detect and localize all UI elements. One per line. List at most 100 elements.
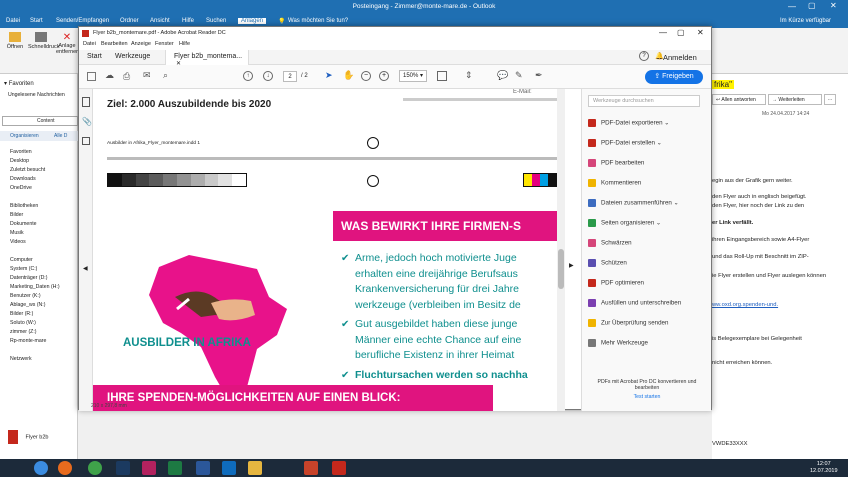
- tab-document[interactable]: Flyer b2b_montema... ✕: [165, 50, 249, 67]
- more-button[interactable]: …: [824, 94, 836, 105]
- tool-comment[interactable]: Kommentieren: [588, 179, 641, 191]
- expand-left-icon[interactable]: ◀: [83, 265, 88, 272]
- tree-item[interactable]: Bilder: [10, 211, 60, 220]
- save-icon[interactable]: [87, 72, 96, 81]
- tell-me-input[interactable]: Was möchten Sie tun?: [288, 18, 348, 24]
- open-button[interactable]: Öffnen: [4, 32, 26, 50]
- tool-fill-sign[interactable]: Ausfüllen und unterschreiben: [588, 299, 681, 311]
- chrome-icon[interactable]: [88, 461, 102, 475]
- select-tool-icon[interactable]: ➤: [325, 70, 333, 81]
- explorer-content-field[interactable]: Content: [2, 116, 78, 126]
- sign-icon[interactable]: ✒: [535, 70, 543, 81]
- tool-protect[interactable]: Schützen: [588, 259, 627, 271]
- tool-export-pdf[interactable]: PDF-Datei exportieren ⌄: [588, 119, 669, 131]
- menu-datei[interactable]: Datei: [83, 41, 96, 47]
- start-icon[interactable]: [34, 461, 48, 475]
- explorer-icon[interactable]: [248, 461, 262, 475]
- tools-search-input[interactable]: Werkzeuge durchsuchen: [588, 95, 700, 107]
- tool-more[interactable]: Mehr Werkzeuge: [588, 339, 648, 351]
- page-number-input[interactable]: 2: [283, 71, 297, 82]
- tab-suchen[interactable]: Suchen: [206, 18, 226, 24]
- zoom-out-icon[interactable]: −: [361, 71, 371, 81]
- tree-item[interactable]: Netzwerk: [10, 355, 60, 364]
- share-button[interactable]: ⇪ Freigeben: [645, 70, 703, 84]
- zoom-select[interactable]: 150% ▾: [399, 70, 427, 82]
- tree-item[interactable]: Downloads: [10, 175, 60, 184]
- menu-hilfe[interactable]: Hilfe: [179, 41, 190, 47]
- minimize-icon[interactable]: —: [788, 2, 796, 11]
- tool-send-review[interactable]: Zur Überprüfung senden: [588, 319, 668, 331]
- tool-create-pdf[interactable]: PDF-Datei erstellen ⌄: [588, 139, 662, 151]
- menu-anzeige[interactable]: Anzeige: [131, 41, 151, 47]
- tree-item[interactable]: OneDrive: [10, 184, 60, 193]
- excel-icon[interactable]: [168, 461, 182, 475]
- tab-senden[interactable]: Senden/Empfangen: [56, 18, 109, 24]
- upload-icon[interactable]: ☁: [105, 70, 114, 81]
- tab-werkzeuge[interactable]: Werkzeuge: [115, 53, 150, 60]
- tool-edit-pdf[interactable]: PDF bearbeiten: [588, 159, 644, 171]
- powerpoint-icon[interactable]: [304, 461, 318, 475]
- highlight-icon[interactable]: ✎: [515, 70, 523, 81]
- tab-ordner[interactable]: Ordner: [120, 18, 139, 24]
- tree-item[interactable]: Rp-monte-mare: [10, 337, 60, 346]
- unread-messages[interactable]: Ungelesene Nachrichten: [8, 92, 65, 98]
- attachments-icon[interactable]: 📎: [82, 117, 92, 126]
- start-trial-link[interactable]: Test starten: [588, 394, 706, 400]
- close-icon[interactable]: ✕: [830, 1, 837, 10]
- next-page-icon[interactable]: ↓: [263, 71, 273, 81]
- print-icon[interactable]: ⎙: [123, 71, 130, 82]
- photoshop-icon[interactable]: [116, 461, 130, 475]
- collapse-pane-icon[interactable]: ▶: [569, 262, 574, 269]
- tree-item[interactable]: Videos: [10, 238, 60, 247]
- body-link[interactable]: ww.oxd.org.spenden-und.: [712, 302, 778, 308]
- tree-item[interactable]: Ablage_ws (N:): [10, 301, 60, 310]
- forward-button[interactable]: → Weiterleiten: [768, 94, 822, 105]
- menu-fenster[interactable]: Fenster: [155, 41, 174, 47]
- help-icon[interactable]: ?: [639, 51, 649, 61]
- tree-item[interactable]: Marketing_Daten (H:): [10, 283, 60, 292]
- tab-hilfe[interactable]: Hilfe: [182, 18, 194, 24]
- attachment-item[interactable]: Flyer b2b: [8, 430, 78, 450]
- firefox-icon[interactable]: [58, 461, 72, 475]
- sign-in-button[interactable]: Anmelden: [663, 53, 697, 62]
- fit-page-icon[interactable]: [437, 71, 447, 81]
- tree-item[interactable]: zimmer (Z:): [10, 328, 60, 337]
- email-icon[interactable]: ✉: [143, 70, 151, 81]
- outlook-taskbar-icon[interactable]: [222, 461, 236, 475]
- tree-item[interactable]: Dokumente: [10, 220, 60, 229]
- acrobat-minimize-icon[interactable]: —: [659, 28, 667, 37]
- tree-item[interactable]: Benutzer (K:): [10, 292, 60, 301]
- indesign-icon[interactable]: [142, 461, 156, 475]
- tool-combine[interactable]: Dateien zusammenführen ⌄: [588, 199, 679, 211]
- tool-optimize[interactable]: PDF optimieren: [588, 279, 644, 291]
- remove-attachment-button[interactable]: ✕ Anlage entfernen: [56, 32, 79, 55]
- word-icon[interactable]: [196, 461, 210, 475]
- tree-item[interactable]: Datenträger (D:): [10, 274, 60, 283]
- menu-bearbeiten[interactable]: Bearbeiten: [101, 41, 128, 47]
- reply-all-button[interactable]: ↩ Allen antworten: [712, 94, 766, 105]
- comment-icon[interactable]: 💬: [497, 70, 508, 81]
- tree-item[interactable]: Computer: [10, 256, 60, 265]
- tool-organize[interactable]: Seiten organisieren ⌄: [588, 219, 661, 231]
- tree-item[interactable]: Desktop: [10, 157, 60, 166]
- all-button[interactable]: Alle D: [54, 133, 67, 139]
- tree-item[interactable]: Bilder (R:): [10, 310, 60, 319]
- tab-ansicht[interactable]: Ansicht: [150, 18, 170, 24]
- prev-page-icon[interactable]: ↑: [243, 71, 253, 81]
- acrobat-taskbar-icon[interactable]: [332, 461, 346, 475]
- tab-anlagen[interactable]: Anlagen: [238, 18, 267, 24]
- find-icon[interactable]: ⌕: [163, 70, 168, 81]
- organize-button[interactable]: Organisieren: [10, 133, 39, 139]
- tree-item[interactable]: Musik: [10, 229, 60, 238]
- tree-item[interactable]: Bibliotheken: [10, 202, 60, 211]
- zoom-in-icon[interactable]: +: [379, 71, 389, 81]
- scroll-mode-icon[interactable]: ⇕: [465, 70, 473, 81]
- vertical-scrollbar[interactable]: [557, 89, 565, 411]
- tab-start[interactable]: Start: [30, 18, 43, 24]
- quick-print-button[interactable]: Schnelldruck: [28, 32, 60, 50]
- tab-start[interactable]: Start: [87, 53, 102, 60]
- hand-tool-icon[interactable]: ✋: [343, 70, 354, 81]
- page-thumbnails-icon[interactable]: [82, 97, 90, 107]
- tab-datei[interactable]: Datei: [6, 18, 20, 24]
- tree-item[interactable]: Soluto (W:): [10, 319, 60, 328]
